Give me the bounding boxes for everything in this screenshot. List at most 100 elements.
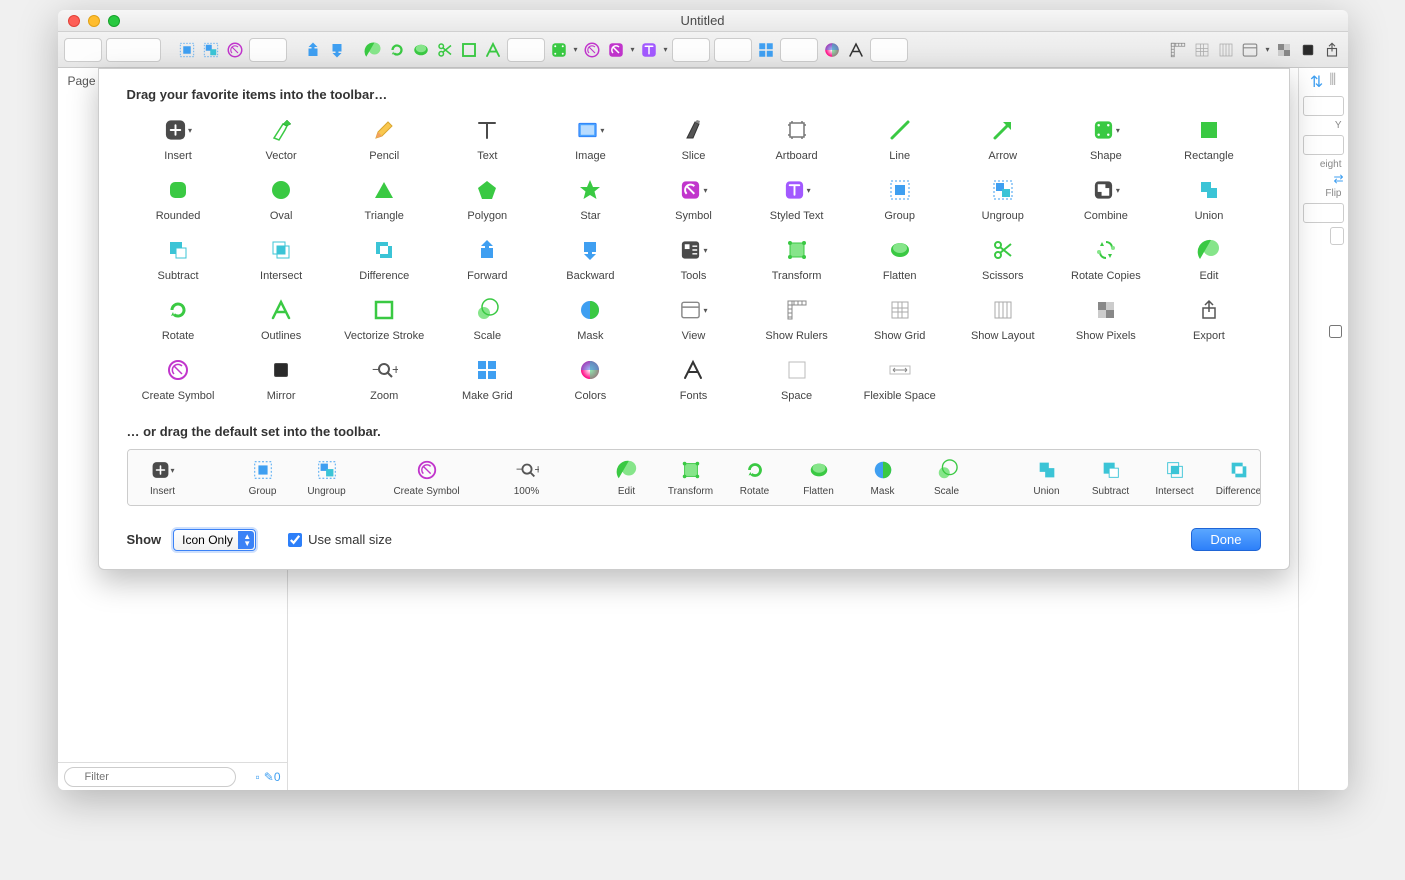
stepper[interactable] (1330, 227, 1344, 245)
shape-icon[interactable] (549, 40, 569, 60)
default-set-item-create-symbol[interactable]: Create Symbol (402, 458, 452, 497)
symbol-icon[interactable] (606, 40, 626, 60)
toolbar-item-styled-text[interactable]: ▾Styled Text (745, 176, 848, 222)
toolbar-item-transform[interactable]: Transform (745, 236, 848, 282)
create-symbol-icon[interactable] (582, 40, 602, 60)
toolbar-item-rotate-copies[interactable]: Rotate Copies (1054, 236, 1157, 282)
ungroup-icon[interactable] (201, 40, 221, 60)
vectorize-stroke-icon[interactable] (459, 40, 479, 60)
toolbar-item-symbol[interactable]: ▾Symbol (642, 176, 745, 222)
default-set-box[interactable]: ▾Insert Group Ungroup Create Symbol 100% Edit… (127, 449, 1261, 506)
toolbar-item-triangle[interactable]: Triangle (333, 176, 436, 222)
default-set-item-transform[interactable]: Transform (666, 458, 716, 497)
small-size-label[interactable]: Use small size (308, 532, 392, 547)
group-icon[interactable] (177, 40, 197, 60)
toolbar-item-combine[interactable]: ▾Combine (1054, 176, 1157, 222)
default-set-item-insert[interactable]: ▾Insert (138, 458, 188, 497)
toolbar-item-rotate[interactable]: Rotate (127, 296, 230, 342)
toolbar-well[interactable] (64, 38, 102, 62)
toolbar-item-show-layout[interactable]: Show Layout (951, 296, 1054, 342)
flip-icon[interactable]: ⇄ (1333, 172, 1343, 186)
default-set-item-rotate[interactable]: Rotate (730, 458, 780, 497)
toolbar-well[interactable] (507, 38, 545, 62)
default-set-item-group[interactable]: Group (238, 458, 288, 497)
toolbar-item-space[interactable]: Space (745, 356, 848, 402)
default-set-item-zoom[interactable]: 100% (502, 458, 552, 497)
toolbar-item-vector[interactable]: Vector (230, 116, 333, 162)
toolbar-item-fonts[interactable]: Fonts (642, 356, 745, 402)
toolbar-item-difference[interactable]: Difference (333, 236, 436, 282)
toolbar-item-slice[interactable]: Slice (642, 116, 745, 162)
flatten-icon[interactable] (411, 40, 431, 60)
view-icon[interactable] (1240, 40, 1260, 60)
colors-icon[interactable] (822, 40, 842, 60)
toolbar-item-backward[interactable]: Backward (539, 236, 642, 282)
default-set-item-scale[interactable]: Scale (922, 458, 972, 497)
forward-icon[interactable] (303, 40, 323, 60)
inspector-checkbox[interactable] (1329, 325, 1342, 338)
slice-icon[interactable]: ✎0 (264, 770, 281, 784)
default-set-item-edit[interactable]: Edit (602, 458, 652, 497)
toolbar-item-outlines[interactable]: Outlines (230, 296, 333, 342)
edit-icon[interactable] (363, 40, 383, 60)
toolbar-item-arrow[interactable]: Arrow (951, 116, 1054, 162)
outlines-icon[interactable] (483, 40, 503, 60)
toolbar-item-artboard[interactable]: Artboard (745, 116, 848, 162)
toolbar-item-insert[interactable]: ▾Insert (127, 116, 230, 162)
scissors-icon[interactable] (435, 40, 455, 60)
toolbar-well[interactable] (249, 38, 287, 62)
default-set-item-mask[interactable]: Mask (858, 458, 908, 497)
show-pixels-icon[interactable] (1274, 40, 1294, 60)
toolbar-item-show-rulers[interactable]: Show Rulers (745, 296, 848, 342)
default-set-item-subtract[interactable]: Subtract (1086, 458, 1136, 497)
styled-text-icon[interactable] (639, 40, 659, 60)
show-grid-icon[interactable] (1192, 40, 1212, 60)
toolbar-well[interactable] (780, 38, 818, 62)
toolbar-item-edit[interactable]: Edit (1157, 236, 1260, 282)
toolbar-item-shape[interactable]: ▾Shape (1054, 116, 1157, 162)
done-button[interactable]: Done (1191, 528, 1260, 551)
toolbar-item-rounded[interactable]: Rounded (127, 176, 230, 222)
toolbar-item-rectangle[interactable]: Rectangle (1157, 116, 1260, 162)
toolbar-well[interactable] (106, 38, 161, 62)
distribute-icon[interactable]: ⫴ (1329, 72, 1336, 92)
toolbar-item-star[interactable]: Star (539, 176, 642, 222)
toolbar-item-pencil[interactable]: Pencil (333, 116, 436, 162)
small-size-checkbox[interactable] (288, 533, 302, 547)
toolbar-item-mask[interactable]: Mask (539, 296, 642, 342)
toolbar-item-show-pixels[interactable]: Show Pixels (1054, 296, 1157, 342)
mirror-icon[interactable] (1298, 40, 1318, 60)
toolbar-item-colors[interactable]: Colors (539, 356, 642, 402)
make-grid-icon[interactable] (756, 40, 776, 60)
toolbar-item-flexible-space[interactable]: Flexible Space (848, 356, 951, 402)
toolbar-item-line[interactable]: Line (848, 116, 951, 162)
toolbar-item-export[interactable]: Export (1157, 296, 1260, 342)
toolbar-item-union[interactable]: Union (1157, 176, 1260, 222)
toolbar-item-forward[interactable]: Forward (436, 236, 539, 282)
filter-input[interactable] (64, 767, 236, 787)
inspector-field[interactable] (1303, 135, 1344, 155)
toolbar-item-group[interactable]: Group (848, 176, 951, 222)
toolbar-item-create-symbol[interactable]: Create Symbol (127, 356, 230, 402)
backward-icon[interactable] (327, 40, 347, 60)
toolbar-item-zoom[interactable]: Zoom (333, 356, 436, 402)
toolbar-item-mirror[interactable]: Mirror (230, 356, 333, 402)
show-rulers-icon[interactable] (1168, 40, 1188, 60)
toolbar-item-oval[interactable]: Oval (230, 176, 333, 222)
toolbar-item-vectorize-stroke[interactable]: Vectorize Stroke (333, 296, 436, 342)
default-set-item-intersect[interactable]: Intersect (1150, 458, 1200, 497)
toolbar-item-image[interactable]: ▾Image (539, 116, 642, 162)
toolbar-item-intersect[interactable]: Intersect (230, 236, 333, 282)
default-set-item-union[interactable]: Union (1022, 458, 1072, 497)
show-layout-icon[interactable] (1216, 40, 1236, 60)
fonts-icon[interactable] (846, 40, 866, 60)
toolbar-well[interactable] (714, 38, 752, 62)
inspector-field[interactable] (1303, 203, 1344, 223)
toolbar-item-make-grid[interactable]: Make Grid (436, 356, 539, 402)
toolbar-item-polygon[interactable]: Polygon (436, 176, 539, 222)
toolbar-item-show-grid[interactable]: Show Grid (848, 296, 951, 342)
align-icon[interactable]: ⇅ (1310, 72, 1323, 92)
default-set-item-difference[interactable]: Difference (1214, 458, 1261, 497)
export-icon[interactable] (1322, 40, 1342, 60)
default-set-item-ungroup[interactable]: Ungroup (302, 458, 352, 497)
